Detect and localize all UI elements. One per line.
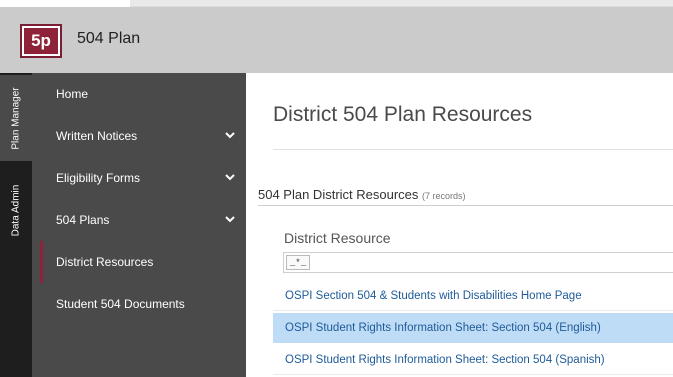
chevron-down-icon bbox=[225, 132, 235, 139]
section-title: 504 Plan District Resources (7 records) bbox=[258, 187, 466, 202]
sidebar-item-label: Written Notices bbox=[56, 129, 138, 143]
sidebar-item-written-notices[interactable]: Written Notices bbox=[32, 115, 246, 157]
section-title-text: 504 Plan District Resources bbox=[258, 187, 419, 202]
section-divider bbox=[258, 205, 673, 206]
column-header-district-resource[interactable]: District Resource bbox=[284, 230, 391, 246]
table-row-selected[interactable]: OSPI Student Rights Information Sheet: S… bbox=[273, 313, 673, 343]
logo-mark: 5p bbox=[24, 28, 58, 54]
resource-link[interactable]: OSPI Section 504 & Students with Disabil… bbox=[285, 290, 582, 302]
page-title: District 504 Plan Resources bbox=[273, 103, 533, 126]
sidebar-item-home[interactable]: Home bbox=[32, 73, 246, 115]
sidebar-item-label: Home bbox=[56, 87, 89, 101]
tab-data-admin-label: Data Admin bbox=[10, 184, 22, 236]
filter-row: _*_ bbox=[283, 252, 673, 273]
sidebar-item-student-504-documents[interactable]: Student 504 Documents bbox=[32, 283, 246, 325]
sidebar-item-label: Eligibility Forms bbox=[56, 171, 141, 185]
divider bbox=[273, 149, 673, 150]
app-title: 504 Plan bbox=[77, 30, 141, 47]
tab-plan-manager-label: Plan Manager bbox=[10, 86, 22, 150]
resource-link[interactable]: OSPI Student Rights Information Sheet: S… bbox=[285, 354, 605, 366]
tab-data-admin[interactable]: Data Admin bbox=[0, 163, 32, 257]
app-header: 5p 504 Plan bbox=[0, 7, 673, 73]
record-count: (7 records) bbox=[422, 191, 466, 201]
vertical-tab-bar: Plan Manager Data Admin bbox=[0, 73, 32, 377]
top-strip-segment bbox=[130, 0, 673, 7]
sidebar-item-eligibility-forms[interactable]: Eligibility Forms bbox=[32, 157, 246, 199]
sidebar-item-label: Student 504 Documents bbox=[56, 297, 185, 311]
filter-button[interactable]: _*_ bbox=[286, 255, 310, 270]
sidebar-item-504-plans[interactable]: 504 Plans bbox=[32, 199, 246, 241]
chevron-down-icon bbox=[225, 216, 235, 223]
resource-link[interactable]: OSPI Student Rights Information Sheet: S… bbox=[285, 322, 601, 334]
chevron-down-icon bbox=[225, 174, 235, 181]
sidebar-item-district-resources[interactable]: District Resources bbox=[32, 241, 246, 283]
tab-plan-manager[interactable]: Plan Manager bbox=[0, 75, 32, 161]
app-logo[interactable]: 5p bbox=[20, 24, 62, 58]
active-indicator bbox=[40, 241, 43, 283]
sidebar-item-label: 504 Plans bbox=[56, 213, 110, 227]
sidebar-item-label: District Resources bbox=[56, 255, 154, 269]
table-row[interactable]: OSPI Student Rights Information Sheet: S… bbox=[273, 345, 673, 375]
table-row[interactable]: OSPI Section 504 & Students with Disabil… bbox=[273, 281, 673, 311]
main-content: District 504 Plan Resources 504 Plan Dis… bbox=[246, 73, 673, 377]
sidebar: Home Written Notices Eligibility Forms 5… bbox=[32, 73, 246, 377]
top-strip bbox=[0, 0, 673, 7]
